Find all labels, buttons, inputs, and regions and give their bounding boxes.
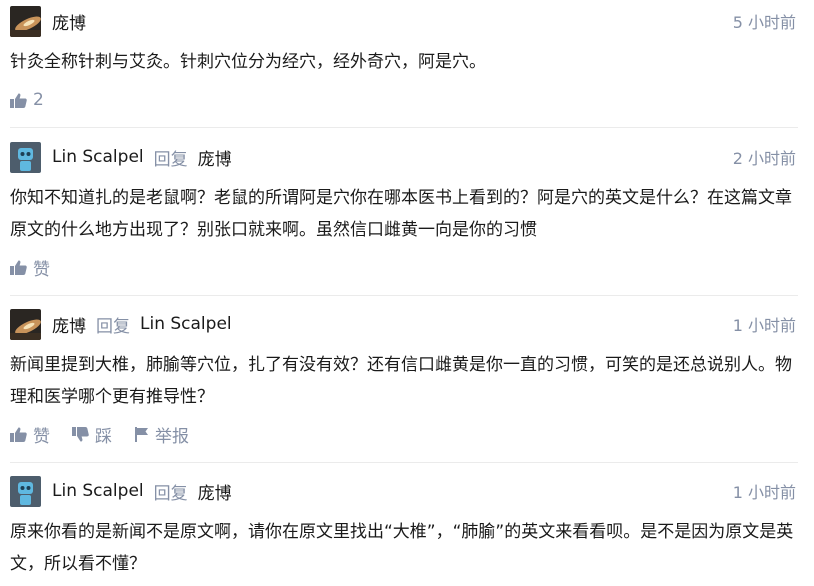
report-label: 举报: [155, 426, 189, 447]
comment-text: 原来你看的是新闻不是原文啊，请你在原文里找出“大椎”，“肺腧”的英文来看看呗。是…: [10, 522, 794, 574]
avatar[interactable]: [10, 6, 41, 37]
thumbs-up-icon: [10, 92, 27, 108]
avatar[interactable]: [10, 142, 41, 173]
like-count: 2: [33, 90, 44, 110]
reply-label: 回复: [153, 483, 188, 504]
divider: [10, 295, 798, 296]
reply-label: 回复: [153, 149, 188, 170]
author-name[interactable]: 庞博: [52, 9, 86, 34]
reply-to-name[interactable]: Lin Scalpel: [140, 314, 232, 334]
report-button[interactable]: 举报: [134, 422, 189, 447]
comment-actions: 赞: [10, 255, 50, 280]
thumbs-down-icon: [72, 426, 89, 442]
comment-header: 庞博 回复 Lin Scalpel: [52, 310, 232, 338]
comment-actions: 2: [10, 88, 44, 112]
comment-text: 针灸全称针刺与艾灸。针刺穴位分为经穴，经外奇穴，阿是穴。: [10, 52, 486, 72]
author-name[interactable]: Lin Scalpel: [52, 481, 144, 501]
reply-to-name[interactable]: 庞博: [198, 145, 232, 170]
timestamp: 5 小时前: [732, 13, 796, 32]
comment-header: Lin Scalpel 回复 庞博: [52, 477, 232, 505]
flag-icon: [135, 426, 148, 442]
timestamp: 1 小时前: [732, 316, 796, 335]
divider: [10, 127, 798, 128]
timestamp: 2 小时前: [732, 149, 796, 168]
like-label: 赞: [33, 426, 50, 447]
thumbs-up-icon: [10, 426, 27, 442]
reply-to-name[interactable]: 庞博: [198, 479, 232, 504]
avatar[interactable]: [10, 309, 41, 340]
comment-text: 新闻里提到大椎，肺腧等穴位，扎了有没有效？还有信口雌黄是你一直的习惯，可笑的是还…: [10, 355, 792, 407]
divider: [10, 462, 798, 463]
thumbs-up-icon: [10, 259, 27, 275]
reply-label: 回复: [96, 316, 130, 337]
author-name[interactable]: Lin Scalpel: [52, 147, 144, 167]
like-button[interactable]: 2: [10, 90, 44, 110]
comment-actions: 赞 踩 举报: [10, 422, 189, 447]
timestamp: 1 小时前: [732, 483, 796, 502]
like-button[interactable]: 赞: [10, 255, 50, 280]
avatar[interactable]: [10, 476, 41, 507]
comment-text: 你知不知道扎的是老鼠啊？老鼠的所谓阿是穴你在哪本医书上看到的？阿是穴的英文是什么…: [10, 188, 792, 240]
like-button[interactable]: 赞: [10, 422, 50, 447]
comment-header: 庞博: [52, 7, 86, 35]
comment-header: Lin Scalpel 回复 庞博: [52, 143, 232, 171]
dislike-button[interactable]: 踩: [72, 422, 112, 447]
like-label: 赞: [33, 259, 50, 280]
author-name[interactable]: 庞博: [52, 312, 86, 337]
dislike-label: 踩: [95, 426, 112, 447]
